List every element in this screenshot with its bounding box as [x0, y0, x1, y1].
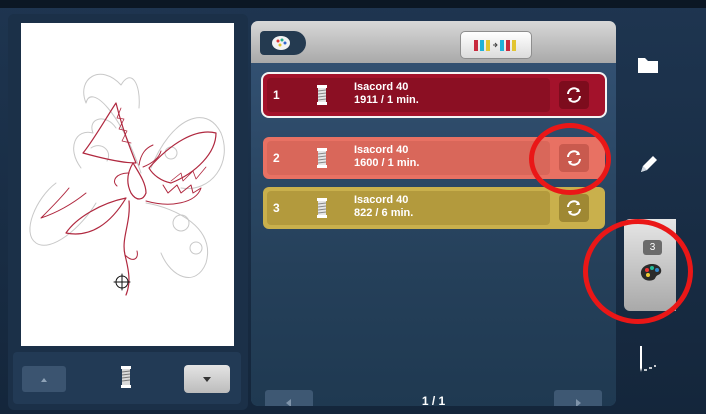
- thread-detail: 822 / 6 min.: [354, 207, 414, 219]
- needle-icon: [640, 346, 656, 372]
- thread-row-3[interactable]: 3 Isacord 40 822 / 6 min.: [263, 187, 605, 229]
- spool-icon: [316, 198, 328, 223]
- nav-file-button[interactable]: [622, 40, 674, 90]
- swap-color-button[interactable]: [559, 81, 589, 109]
- swap-color-button[interactable]: [559, 194, 589, 222]
- arrow-right-icon: [576, 399, 581, 406]
- palette-icon: [272, 36, 290, 50]
- arrow-up-icon: [41, 378, 47, 382]
- thread-brand: Isacord 40: [354, 81, 409, 93]
- thread-index: 3: [273, 201, 280, 215]
- nav-stitch-button[interactable]: [622, 334, 674, 384]
- design-preview: [21, 23, 234, 346]
- butterfly-embroidery-design: [29, 73, 225, 296]
- annotation-circle-color-nav: [583, 219, 693, 324]
- annotation-circle-swap: [529, 123, 611, 195]
- thread-brand: Isacord 40: [354, 144, 409, 156]
- panel-header: [251, 21, 616, 63]
- thread-detail: 1600 / 1 min.: [354, 157, 420, 169]
- top-bar: [0, 0, 706, 8]
- swap-icon: [567, 200, 581, 216]
- spool-icon: [316, 148, 328, 173]
- thread-row-1[interactable]: 1 Isacord 40 1911 / 1 min.: [263, 74, 605, 116]
- pencil-icon: [641, 156, 657, 172]
- spool-icon: [316, 85, 328, 110]
- nav-edit-button[interactable]: [622, 138, 674, 188]
- thread-brand: Isacord 40: [354, 194, 409, 206]
- thread-index: 1: [273, 88, 280, 102]
- move-up-button[interactable]: [22, 366, 66, 392]
- arrow-down-icon: [203, 377, 211, 382]
- design-nav-bar: [13, 352, 241, 404]
- move-down-button[interactable]: [184, 365, 230, 393]
- swap-icon: [567, 87, 581, 103]
- folder-icon: [638, 58, 658, 73]
- thread-color-panel: 1 Isacord 40 1911 / 1 min. 2 Isacord 40 …: [251, 21, 616, 406]
- page-next-button[interactable]: [554, 390, 602, 406]
- thread-index: 2: [273, 151, 280, 165]
- thread-detail: 1911 / 1 min.: [354, 94, 419, 106]
- thread-sort-icon: [474, 40, 516, 51]
- color-tab[interactable]: [260, 31, 306, 55]
- thread-list: 1 Isacord 40 1911 / 1 min. 2 Isacord 40 …: [251, 63, 616, 406]
- thread-sort-button[interactable]: [460, 31, 532, 59]
- spool-icon: [119, 366, 133, 393]
